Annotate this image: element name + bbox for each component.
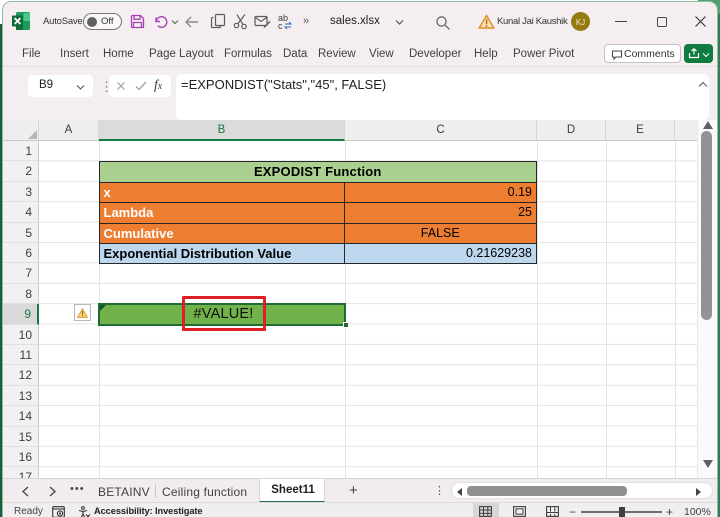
svg-text:c: c <box>278 21 283 30</box>
